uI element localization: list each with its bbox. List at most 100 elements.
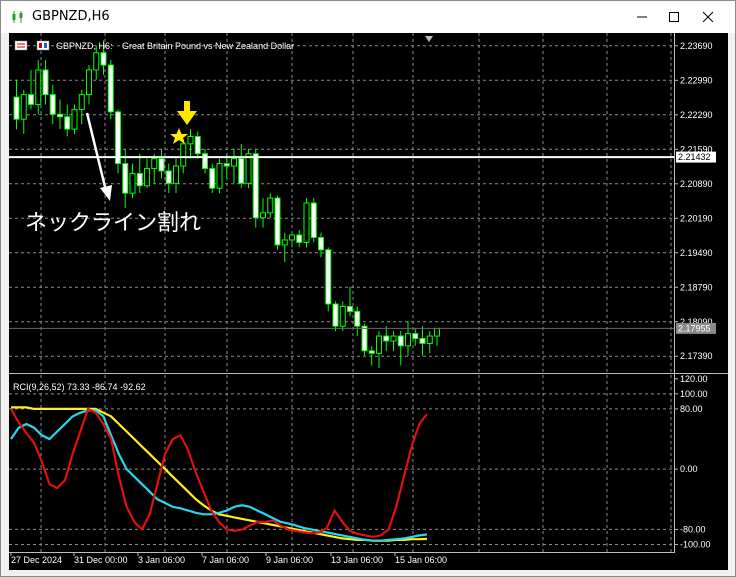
time-tick-label: 27 Dec 2024 <box>11 555 62 565</box>
candle <box>245 148 252 189</box>
candle-body-bear <box>49 94 56 115</box>
candle <box>86 65 92 105</box>
candle <box>289 232 295 248</box>
minimize-button[interactable] <box>625 1 659 33</box>
candle-body-bull <box>180 143 187 167</box>
candle-body-bull <box>151 158 158 170</box>
candle-body-bear <box>136 172 143 187</box>
price-tick-label: 2.22290 <box>680 110 713 120</box>
candle <box>274 195 281 250</box>
neckline-price-label: 2.21432 <box>678 152 711 162</box>
rci-tick-label: 0.00 <box>680 464 698 474</box>
star-icon <box>170 128 188 144</box>
candle-body-bull <box>405 333 411 347</box>
candle <box>202 148 208 174</box>
rci-indicator <box>10 406 428 542</box>
price-axis: 2.236902.229902.222902.215902.208902.201… <box>674 41 713 361</box>
time-tick-label: 13 Jan 06:00 <box>331 555 383 565</box>
candle-body-bear <box>325 249 332 305</box>
candle-body-bear <box>383 335 390 342</box>
time-axis: 27 Dec 2024 31 Dec 00:00 3 Jan 06:00 7 Jan … <box>10 552 447 565</box>
candle <box>187 129 194 159</box>
candle <box>13 79 20 130</box>
candle <box>57 99 63 130</box>
candle-body-bear <box>238 158 245 184</box>
candle <box>434 327 440 346</box>
close-button[interactable] <box>691 1 725 33</box>
close-icon <box>702 11 714 23</box>
menu-icon[interactable] <box>14 40 28 51</box>
candle-body-bear <box>347 305 353 312</box>
candle-body-bear <box>361 325 368 352</box>
candle <box>144 158 150 189</box>
candle-body-bear <box>332 303 339 327</box>
candle <box>209 163 216 194</box>
candle-body-bear <box>57 113 63 118</box>
candle <box>35 60 42 115</box>
rci-tick-label: -80.00 <box>680 524 706 534</box>
candle-body-bull <box>289 234 295 241</box>
candle-body-bear <box>100 52 107 66</box>
candle-body-bear <box>397 335 404 347</box>
candle-body-bull <box>426 335 433 344</box>
candle <box>376 331 382 369</box>
neckline-break-annotation: ネックライン割れ <box>25 210 201 235</box>
candle-body-bear <box>28 94 34 105</box>
chart-area[interactable]: 2.23690 2.22990 2.22290 2.21590 2.20890 2.201… <box>9 33 728 570</box>
candle-body-bull <box>71 108 78 130</box>
candle-body-bear <box>13 96 20 120</box>
candle-body-bear <box>42 69 49 96</box>
candle <box>310 198 317 243</box>
candle <box>129 163 136 199</box>
window-title: GBPNZD,H6 <box>32 9 110 24</box>
chart-canvas[interactable]: 2.236902.229902.222902.215902.208902.201… <box>9 33 728 570</box>
candle-body-bear <box>354 310 361 327</box>
candle-body-bear <box>368 350 375 354</box>
candle-body-bull <box>339 305 346 327</box>
candle <box>71 104 78 135</box>
title-bar[interactable]: GBPNZD,H6 <box>1 1 735 33</box>
shift-marker-icon[interactable] <box>425 36 433 42</box>
candle <box>107 60 114 120</box>
candle <box>20 89 27 135</box>
candle <box>78 89 85 125</box>
candle <box>42 60 49 105</box>
candle-body-bull <box>390 335 397 342</box>
candle <box>354 306 361 337</box>
one-click-trading-icon[interactable] <box>36 40 50 51</box>
rci-tick-label: 80.00 <box>680 404 703 414</box>
rci-tick-label: 120.00 <box>680 374 708 384</box>
current-price-label: 2.17955 <box>678 323 711 333</box>
candle-body-bull <box>245 153 252 184</box>
annotation-arrow-line <box>85 112 108 192</box>
candle-body-bear <box>296 234 303 243</box>
candle <box>405 321 411 356</box>
rci-tick-label: -100.00 <box>680 539 711 549</box>
candle <box>252 148 259 228</box>
candle-body-bear <box>209 168 216 189</box>
candle <box>426 331 433 354</box>
candle <box>231 148 237 184</box>
candle-body-bull <box>281 239 288 246</box>
candle-body-bull <box>144 168 150 187</box>
candle-body-bear <box>158 158 165 172</box>
candle-body-bull <box>20 94 27 120</box>
chart-header: GBPNZD, H6: Great Britain Pound vs New Z… <box>14 40 294 51</box>
candle-body-bear <box>64 116 71 130</box>
time-tick-label: 7 Jan 06:00 <box>202 555 249 565</box>
candle <box>173 158 179 194</box>
candle-body-bull <box>129 172 136 194</box>
price-tick-label: 2.20890 <box>680 179 713 189</box>
maximize-button[interactable] <box>657 1 691 33</box>
candle <box>390 331 397 351</box>
price-tick-label: 2.18790 <box>680 282 713 292</box>
down-arrow-icon <box>177 101 197 125</box>
candle <box>296 230 303 248</box>
candle-body-bull <box>267 197 274 214</box>
candle-body-bear <box>122 163 129 194</box>
candle <box>397 331 404 366</box>
candle <box>216 158 223 194</box>
candle <box>194 131 201 159</box>
price-tick-label: 2.23690 <box>680 41 713 51</box>
rci-axis: 120.00 100.00 80.00 0.00 -80.00 -100.00 <box>674 374 711 549</box>
